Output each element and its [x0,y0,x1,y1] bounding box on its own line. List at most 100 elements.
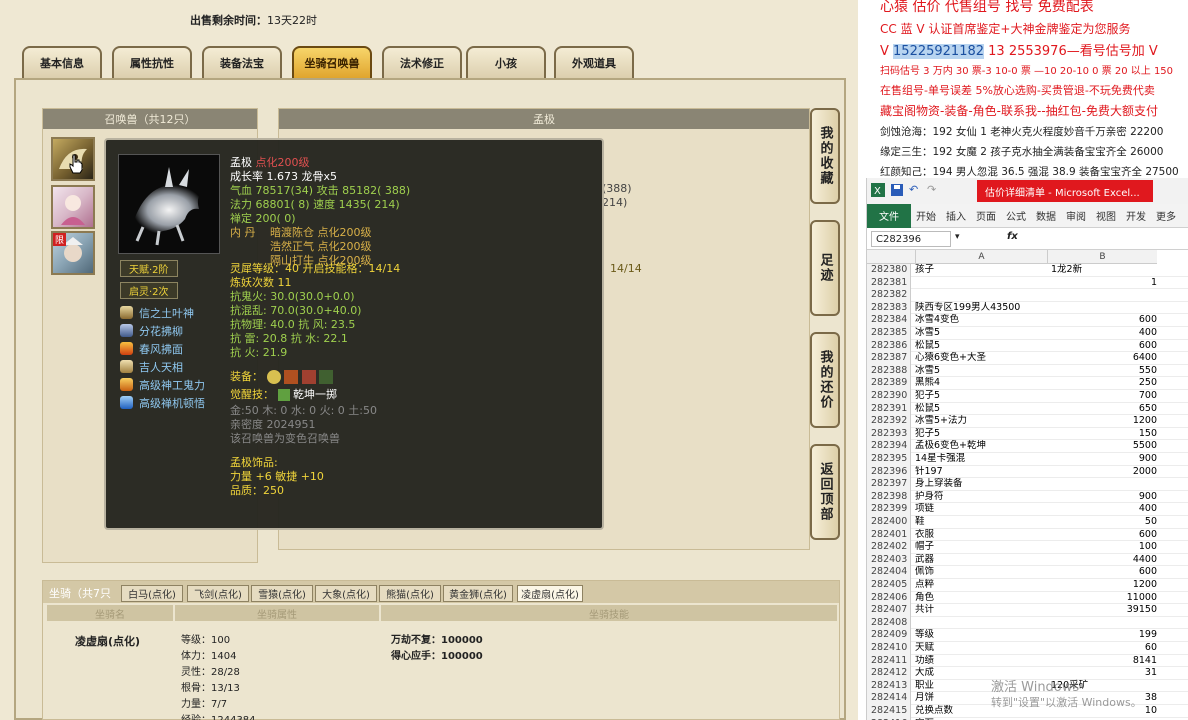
row-number[interactable]: 282414 [867,692,911,705]
cell-b[interactable]: 250 [1047,377,1157,390]
ribbon-tab-developer[interactable]: 开发 [1121,208,1151,223]
row-number[interactable]: 282403 [867,553,911,567]
table-row[interactable]: 282387 心猿6变色+大圣 6400 [867,352,1188,365]
table-row[interactable]: 282404 佩饰 600 [867,566,1188,579]
table-row[interactable]: 282389 黑熊4 250 [867,377,1188,390]
cell-b[interactable]: 900 [1047,453,1157,466]
cell-a[interactable]: 冰雪5 [915,327,1047,340]
tab-appearance[interactable]: 外观道具 [554,46,634,78]
table-row[interactable]: 282400 鞋 50 [867,516,1188,529]
cell-a[interactable]: 身上穿装备 [915,478,1047,491]
row-number[interactable]: 282411 [867,654,911,668]
namebox-dropdown-icon[interactable]: ▾ [955,232,960,242]
table-row[interactable]: 282393 犯子5 150 [867,427,1188,441]
row-number[interactable]: 282402 [867,541,911,554]
select-all-corner[interactable] [867,250,915,264]
row-number[interactable]: 282380 [867,264,911,277]
cell-b[interactable]: 2000 [1047,466,1157,479]
row-number[interactable]: 282391 [867,402,911,416]
row-number[interactable]: 282388 [867,364,911,378]
cell-a[interactable]: 等级 [915,629,1047,642]
cell-a[interactable]: 天赋 [915,642,1047,655]
row-number[interactable]: 282406 [867,591,911,605]
ribbon-tab-review[interactable]: 审阅 [1061,208,1091,223]
table-row[interactable]: 282392 冰雪5+法力 1200 [867,415,1188,428]
row-number[interactable]: 282397 [867,478,911,491]
cell-a[interactable]: 松鼠5 [915,340,1047,353]
row-number[interactable]: 282408 [867,616,911,630]
cell-b[interactable]: 6400 [1047,352,1157,365]
row-number[interactable]: 282393 [867,427,911,441]
row-number[interactable]: 282398 [867,490,911,504]
cell-b[interactable]: 700 [1047,390,1157,403]
ribbon-tab-insert[interactable]: 插入 [941,208,971,223]
mount-tab-flying-sword[interactable]: 飞剑(点化) [187,585,249,602]
table-row[interactable]: 282411 功绩 8141 [867,654,1188,668]
cell-a[interactable]: 项链 [915,503,1047,516]
cell-b[interactable]: 1200 [1047,579,1157,592]
ribbon-tab-view[interactable]: 视图 [1091,208,1121,223]
my-favorites-button[interactable]: 我的收藏 [810,108,840,204]
cell-a[interactable]: 孩子 [915,264,1047,277]
mount-tab-white-horse[interactable]: 白马(点化) [121,585,183,602]
table-row[interactable]: 282382 [867,289,1188,302]
table-row[interactable]: 282406 角色 11000 [867,591,1188,605]
cell-b[interactable]: 1 [1047,277,1157,290]
cell-b[interactable]: 1龙2新 [1047,264,1157,277]
cell-b[interactable]: 600 [1047,314,1157,327]
table-row[interactable]: 282395 14星卡强混 900 [867,453,1188,466]
tab-children[interactable]: 小孩 [466,46,546,78]
table-row[interactable]: 282403 武器 4400 [867,553,1188,567]
cell-b[interactable]: 100 [1047,541,1157,554]
save-icon[interactable] [891,184,903,196]
ribbon-tab-page[interactable]: 页面 [971,208,1001,223]
table-row[interactable]: 282410 天赋 60 [867,642,1188,655]
cell-b[interactable]: 900 [1047,491,1157,504]
cell-a[interactable]: 冰雪5 [915,365,1047,378]
cell-a[interactable]: 冰雪4变色 [915,314,1047,327]
row-number[interactable]: 282384 [867,314,911,327]
cell-a[interactable]: 陕西专区199男人43500 [915,302,1047,315]
cell-b[interactable]: 650 [1047,403,1157,416]
table-row[interactable]: 282390 犯子5 700 [867,390,1188,403]
table-row[interactable]: 282399 项链 400 [867,503,1188,516]
cell-a[interactable]: 武器 [915,554,1047,567]
mount-tab-snow-ape[interactable]: 雪猿(点化) [251,585,313,602]
table-row[interactable]: 282408 [867,616,1188,630]
row-number[interactable]: 282382 [867,289,911,302]
cell-b[interactable]: 600 [1047,529,1157,542]
cell-b[interactable]: 550 [1047,365,1157,378]
cell-b[interactable]: 4400 [1047,554,1157,567]
cell-a[interactable]: 黑熊4 [915,377,1047,390]
table-row[interactable]: 282385 冰雪5 400 [867,327,1188,340]
tab-basic-info[interactable]: 基本信息 [22,46,102,78]
row-number[interactable]: 282386 [867,339,911,353]
row-number[interactable]: 282410 [867,642,911,655]
table-row[interactable]: 282407 共计 39150 [867,604,1188,617]
mount-tab-panda[interactable]: 熊猫(点化) [379,585,441,602]
cell-b[interactable]: 50 [1047,516,1157,529]
row-number[interactable]: 282415 [867,705,911,718]
cell-a[interactable]: 鞋 [915,516,1047,529]
row-number[interactable]: 282409 [867,629,911,642]
cell-a[interactable]: 点粹 [915,579,1047,592]
cell-a[interactable]: 帽子 [915,541,1047,554]
cell-a[interactable]: 冰雪5+法力 [915,415,1047,428]
cell-a[interactable]: 佩饰 [915,566,1047,579]
row-number[interactable]: 282401 [867,528,911,542]
row-number[interactable]: 282400 [867,516,911,529]
table-row[interactable]: 282401 衣服 600 [867,528,1188,542]
back-to-top-button[interactable]: 返回顶部 [810,444,840,540]
table-row[interactable]: 282405 点粹 1200 [867,579,1188,592]
tab-mount-pets[interactable]: 坐骑召唤兽 [292,46,372,78]
cell-b[interactable]: 8141 [1047,655,1157,668]
table-row[interactable]: 282380 孩子 1龙2新 [867,264,1188,277]
ribbon-tab-formula[interactable]: 公式 [1001,208,1031,223]
row-number[interactable]: 282394 [867,440,911,453]
cell-b[interactable]: 150 [1047,428,1157,441]
cell-a[interactable]: 护身符 [915,491,1047,504]
row-number[interactable]: 282381 [867,276,911,290]
cell-a[interactable]: 犯子5 [915,390,1047,403]
cell-a[interactable]: 功绩 [915,655,1047,668]
table-row[interactable]: 282383 陕西专区199男人43500 [867,301,1188,315]
